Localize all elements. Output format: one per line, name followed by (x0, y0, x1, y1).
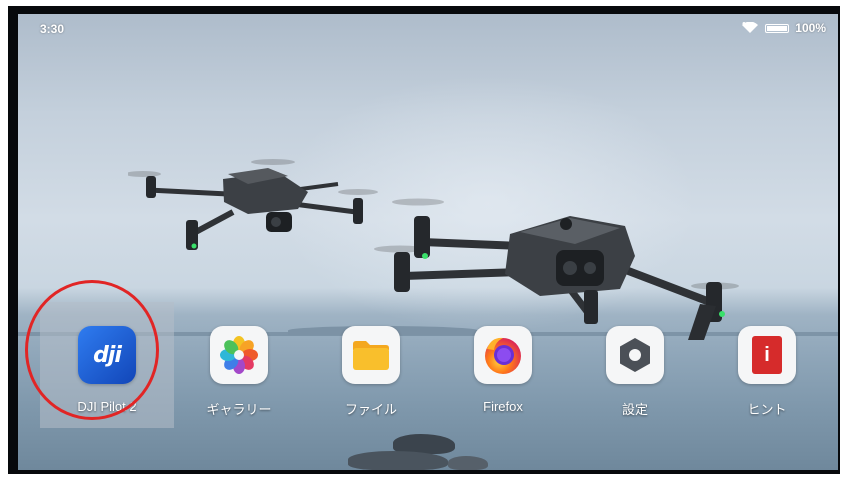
tips-glyph: i (764, 343, 770, 366)
wifi-icon (742, 22, 759, 33)
navigation-handle[interactable] (380, 474, 450, 479)
app-label: Firefox (483, 399, 523, 414)
app-firefox[interactable]: Firefox (436, 302, 570, 428)
gallery-flower-icon[interactable] (210, 326, 268, 384)
app-label: 設定 (621, 402, 648, 417)
drone-left (128, 159, 378, 250)
folder-icon[interactable] (342, 326, 400, 384)
battery-icon (765, 23, 790, 33)
tips-icon[interactable]: i (738, 326, 796, 384)
firefox-icon[interactable] (474, 326, 532, 384)
app-label: ギャラリー (206, 402, 272, 417)
app-gallery[interactable]: ギャラリー (172, 302, 306, 428)
app-files[interactable]: ファイル (304, 302, 438, 428)
app-tips[interactable]: i ヒント (700, 302, 834, 428)
battery-percent: 100% (795, 21, 826, 35)
status-time: 3:30 (40, 22, 65, 36)
battery-fill (767, 25, 788, 31)
app-label: ヒント (747, 402, 787, 417)
rock (448, 456, 488, 470)
status-icons: 100% (741, 21, 826, 35)
wallpaper: 3:30 100% dji DJI Pilot 2 ギャラリー ファイル Fir… (18, 14, 838, 470)
app-label: ファイル (344, 402, 397, 417)
status-bar: 3:30 100% (18, 14, 838, 40)
rock (348, 451, 448, 470)
tips-book-icon: i (752, 336, 782, 374)
app-settings[interactable]: 設定 (568, 302, 702, 428)
highlight-circle (25, 280, 159, 420)
settings-hexagon-icon[interactable] (606, 326, 664, 384)
